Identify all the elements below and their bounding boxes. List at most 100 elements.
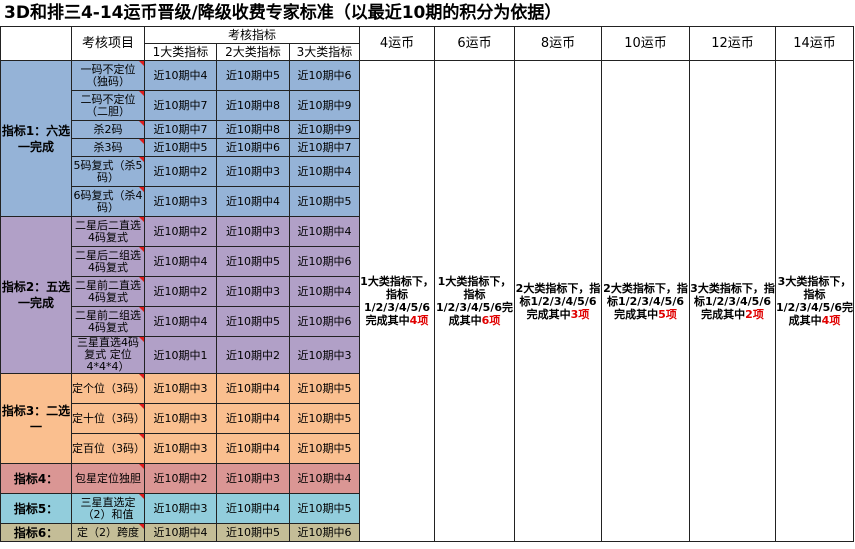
indicator-value-cell: 近10期中4 — [289, 156, 360, 187]
header-coin-8: 8运币 — [514, 26, 602, 61]
indicator-value-cell: 近10期中8 — [216, 120, 290, 139]
indicator-group-label: 指标4： — [0, 463, 72, 494]
project-cell: 一码不定位（独码） — [71, 60, 145, 91]
indicator-value-cell: 近10期中4 — [144, 60, 217, 91]
indicator-value-cell: 近10期中4 — [216, 403, 290, 434]
indicator-value-cell: 近10期中4 — [216, 186, 290, 217]
indicator-value-cell: 近10期中5 — [289, 433, 360, 464]
indicator-value-cell: 近10期中2 — [144, 216, 217, 247]
indicator-value-cell: 近10期中3 — [144, 493, 217, 524]
corner-cell — [0, 26, 72, 61]
indicator-group-label: 指标5： — [0, 493, 72, 524]
rule-count: 2项 — [745, 307, 764, 321]
indicator-value-cell: 近10期中5 — [216, 306, 290, 337]
header-project: 考核项目 — [71, 26, 145, 61]
indicator-value-cell: 近10期中5 — [289, 186, 360, 217]
sheet-title: 3D和排三4-14运币晋级/降级收费专家标准（以最近10期的积分为依据） — [4, 3, 562, 23]
header-class1: 1大类指标 — [144, 43, 217, 61]
project-cell: 5码复式（杀5码） — [71, 156, 145, 187]
header-coin-14: 14运币 — [775, 26, 854, 61]
indicator-value-cell: 近10期中1 — [144, 336, 217, 374]
indicator-value-cell: 近10期中2 — [144, 276, 217, 307]
rule-text: 3大类指标下，指标1/2/3/4/5/6完成其中 — [776, 275, 854, 327]
project-cell: 6码复式（杀4码） — [71, 186, 145, 217]
indicator-group-label: 指标3：二选一 — [0, 373, 72, 464]
indicator-value-cell: 近10期中4 — [216, 493, 290, 524]
indicator-value-cell: 近10期中7 — [289, 138, 360, 157]
project-cell: 三星直选4码复式 定位 4*4*4） — [71, 336, 145, 374]
indicator-value-cell: 近10期中7 — [144, 90, 217, 121]
header-coin-10: 10运币 — [601, 26, 690, 61]
indicator-value-cell: 近10期中9 — [289, 90, 360, 121]
rule-count: 4项 — [409, 314, 429, 327]
indicator-value-cell: 近10期中4 — [144, 246, 217, 277]
rule-count: 6项 — [481, 314, 501, 327]
indicator-value-cell: 近10期中5 — [144, 138, 217, 157]
header-coin-6: 6运币 — [434, 26, 515, 61]
project-cell: 二星前二直选4码复式 — [71, 276, 145, 307]
indicator-value-cell: 近10期中3 — [144, 373, 217, 404]
indicator-value-cell: 近10期中3 — [216, 216, 290, 247]
coin-rule-cell: 2大类指标下，指标1/2/3/4/5/6完成其中3项 — [514, 60, 602, 542]
indicator-value-cell: 近10期中8 — [216, 90, 290, 121]
project-cell: 定个位（3码） — [71, 373, 145, 404]
indicator-value-cell: 近10期中3 — [144, 433, 217, 464]
project-cell: 二星后二直选4码复式 — [71, 216, 145, 247]
indicator-value-cell: 近10期中5 — [216, 246, 290, 277]
standards-table: 考核项目 考核指标 4运币 6运币 8运币 10运币 12运币 14运币 1大类… — [0, 26, 854, 542]
table-row: 指标1：六选一完成 一码不定位（独码） 近10期中4 近10期中5 近10期中6 1大类指… — [0, 60, 854, 542]
coin-rule-cell: 2大类指标下，指标1/2/3/4/5/6完成其中5项 — [601, 60, 690, 542]
indicator-value-cell: 近10期中4 — [289, 463, 360, 494]
project-cell: 杀2码 — [71, 120, 145, 139]
indicator-value-cell: 近10期中5 — [289, 493, 360, 524]
indicator-value-cell: 近10期中6 — [216, 138, 290, 157]
rule-text: 1大类指标下，指标1/2/3/4/5/6完成其中 — [435, 275, 513, 327]
indicator-value-cell: 近10期中5 — [289, 403, 360, 434]
coin-rule-cell: 1大类指标下，指标1/2/3/4/5/6完成其中4项 — [359, 60, 435, 542]
project-cell: 二码不定位（二胆） — [71, 90, 145, 121]
header-coin-12: 12运币 — [689, 26, 776, 61]
project-cell: 包星定位独胆 — [71, 463, 145, 494]
indicator-value-cell: 近10期中4 — [144, 523, 217, 542]
indicator-value-cell: 近10期中3 — [216, 463, 290, 494]
indicator-value-cell: 近10期中5 — [216, 60, 290, 91]
indicator-group-label: 指标6： — [0, 523, 72, 542]
indicator-value-cell: 近10期中5 — [216, 523, 290, 542]
coin-rule-cell: 3大类指标下，指标1/2/3/4/5/6完成其中2项 — [689, 60, 776, 542]
indicator-value-cell: 近10期中6 — [289, 306, 360, 337]
indicator-value-cell: 近10期中6 — [289, 523, 360, 542]
indicator-value-cell: 近10期中6 — [289, 60, 360, 91]
header-indicators: 考核指标 — [144, 26, 360, 44]
project-cell: 三星直选定（2）和值 — [71, 493, 145, 524]
rule-count: 5项 — [658, 307, 677, 321]
indicator-value-cell: 近10期中3 — [289, 336, 360, 374]
indicator-value-cell: 近10期中2 — [216, 336, 290, 374]
project-cell: 二星前二组选4码复式 — [71, 306, 145, 337]
project-cell: 杀3码 — [71, 138, 145, 157]
indicator-value-cell: 近10期中4 — [216, 373, 290, 404]
coin-rule-cell: 1大类指标下，指标1/2/3/4/5/6完成其中6项 — [434, 60, 515, 542]
indicator-value-cell: 近10期中2 — [144, 156, 217, 187]
indicator-value-cell: 近10期中5 — [289, 373, 360, 404]
indicator-group-label: 指标2：五选一完成 — [0, 216, 72, 374]
indicator-value-cell: 近10期中4 — [144, 306, 217, 337]
project-cell: 定百位（3码） — [71, 433, 145, 464]
indicator-value-cell: 近10期中3 — [144, 403, 217, 434]
indicator-value-cell: 近10期中7 — [144, 120, 217, 139]
indicator-value-cell: 近10期中9 — [289, 120, 360, 139]
indicator-group-label: 指标1：六选一完成 — [0, 60, 72, 217]
project-cell: 定（2）跨度 — [71, 523, 145, 542]
indicator-value-cell: 近10期中2 — [144, 463, 217, 494]
indicator-value-cell: 近10期中3 — [216, 276, 290, 307]
indicator-value-cell: 近10期中4 — [289, 276, 360, 307]
rule-count: 3项 — [570, 307, 590, 321]
rule-count: 4项 — [821, 314, 841, 327]
coin-rule-cell: 3大类指标下，指标1/2/3/4/5/6完成其中4项 — [775, 60, 854, 542]
indicator-value-cell: 近10期中6 — [289, 246, 360, 277]
indicator-value-cell: 近10期中3 — [144, 186, 217, 217]
project-cell: 定十位（3码） — [71, 403, 145, 434]
header-class2: 2大类指标 — [216, 43, 290, 61]
header-coin-4: 4运币 — [359, 26, 435, 61]
header-class3: 3大类指标 — [289, 43, 360, 61]
indicator-value-cell: 近10期中4 — [216, 433, 290, 464]
